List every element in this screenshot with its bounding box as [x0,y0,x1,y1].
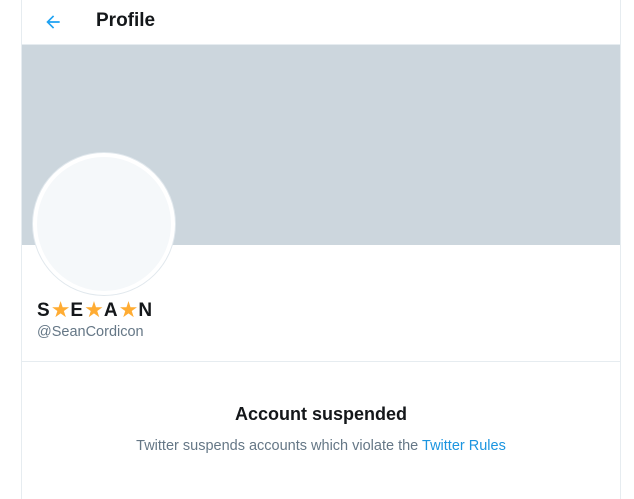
name-letter: E [70,300,85,321]
name-letter: A [103,300,119,321]
name-letter: S [37,300,51,321]
avatar [33,153,175,295]
page-title: Profile [96,10,156,31]
suspended-title: Account suspended [234,404,408,424]
name-letter: N [138,300,154,321]
back-button[interactable] [36,5,70,39]
user-handle: @SeanCordicon [37,324,144,340]
divider [22,361,620,362]
star-emoji: ★ [118,297,139,322]
star-emoji: ★ [50,297,71,322]
arrow-left-icon [46,15,60,29]
star-emoji: ★ [84,297,104,322]
profile-header: Profile [22,0,620,45]
twitter-rules-link[interactable]: Twitter Rules [422,438,506,454]
suspended-message: Twitter suspends accounts which violate … [22,437,620,455]
display-name: S★E★A★N [37,299,153,322]
profile-column: Profile S★E★A★N @SeanCordicon Account su… [21,0,621,499]
suspended-text: Twitter suspends accounts which violate … [136,438,423,454]
